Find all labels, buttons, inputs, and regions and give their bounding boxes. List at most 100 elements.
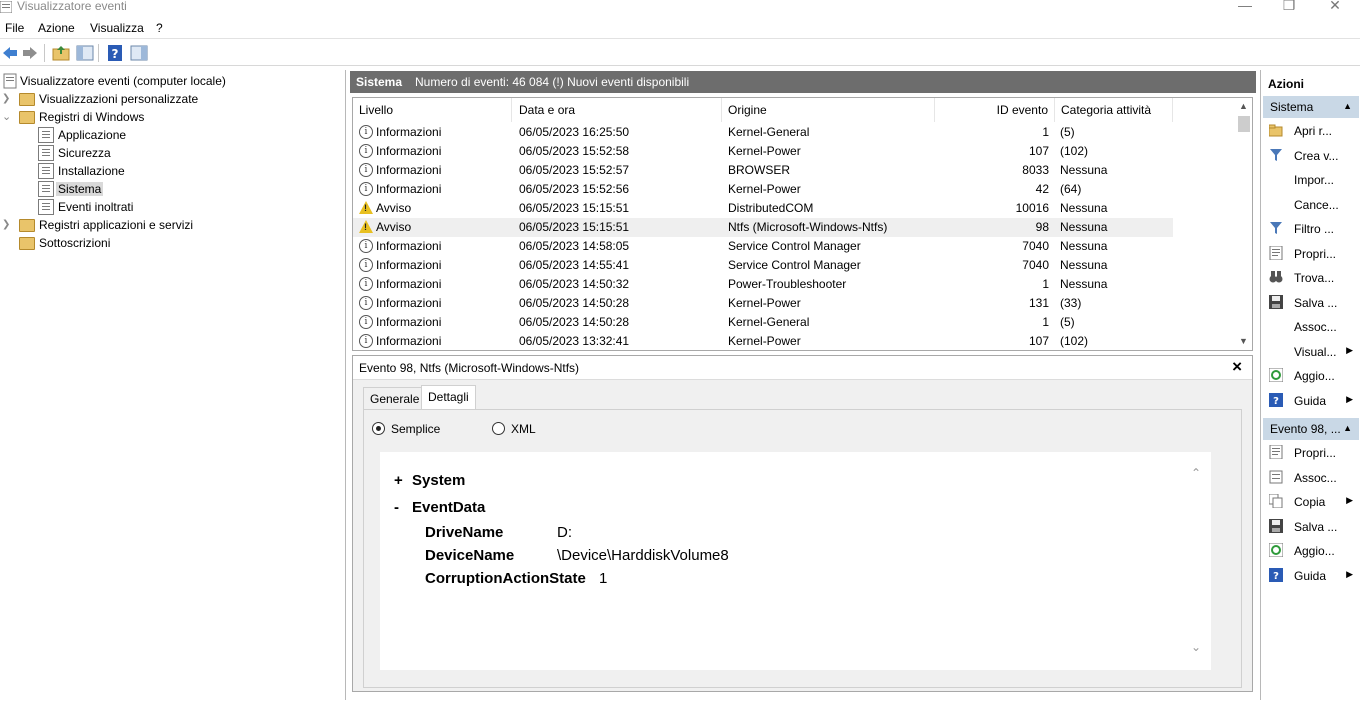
xml-node-system[interactable]: System [412, 472, 465, 489]
actions-header: Azioni [1268, 77, 1304, 91]
column-header-categoria[interactable]: Categoria attività [1055, 98, 1173, 122]
action-item[interactable]: Aggio... [1263, 540, 1359, 562]
menu-visualizza[interactable]: Visualizza [90, 21, 144, 35]
tree-item-subscriptions[interactable]: Sottoscrizioni [2, 234, 302, 252]
action-item[interactable]: ? Guida ▶ [1263, 390, 1359, 412]
tree-item-installazione[interactable]: Installazione [38, 162, 238, 180]
tree-root[interactable]: Visualizzatore eventi (computer locale) [2, 72, 302, 90]
action-item[interactable]: Assoc... [1263, 467, 1359, 489]
forward-arrow-icon[interactable] [21, 44, 39, 62]
radio-semplice-label: Semplice [391, 422, 441, 436]
scroll-down-icon[interactable]: ▼ [1239, 336, 1248, 346]
folder-icon [19, 111, 35, 124]
info-icon: i [359, 182, 373, 196]
field-value: D: [557, 524, 572, 541]
radio-semplice[interactable] [372, 422, 385, 435]
action-label: Apri r... [1294, 124, 1333, 138]
table-row[interactable]: i Informazioni 06/05/2023 14:50:32 Power-Tr… [353, 275, 1173, 294]
menu-azione[interactable]: Azione [38, 21, 75, 35]
scrollbar-thumb[interactable] [1238, 116, 1250, 132]
column-header-id[interactable]: ID evento [935, 98, 1055, 122]
tab-generale[interactable]: Generale [363, 387, 427, 409]
action-item[interactable]: ? Guida ▶ [1263, 565, 1359, 587]
cell-category: (102) [1060, 144, 1089, 158]
expand-toggle[interactable]: + [394, 472, 403, 489]
help-icon[interactable]: ? [106, 44, 124, 62]
cell-category: Nessuna [1060, 201, 1108, 215]
events-scrollbar[interactable]: ▲ ▼ [1236, 98, 1252, 350]
menu-bar: File Azione Visualizza ? [0, 18, 1360, 39]
action-item[interactable]: Assoc... [1263, 316, 1359, 338]
table-row[interactable]: i Informazioni 06/05/2023 15:52:56 Kernel-P… [353, 180, 1173, 199]
table-row[interactable]: i Informazioni 06/05/2023 14:50:28 Kernel-P… [353, 294, 1173, 313]
scroll-down-icon[interactable]: ⌄ [1191, 640, 1201, 654]
collapse-up-icon[interactable]: ▲ [1343, 423, 1352, 433]
action-label: Propri... [1294, 246, 1337, 261]
close-window-button[interactable]: ✕ [1312, 0, 1358, 16]
action-item[interactable]: Trova... [1263, 267, 1359, 289]
tree-item-app-services-logs[interactable]: ❯ Registri applicazioni e servizi [2, 216, 302, 234]
chevron-right-icon[interactable]: ❯ [2, 216, 14, 234]
table-row[interactable]: i Informazioni 06/05/2023 16:25:50 Kernel-G… [353, 123, 1173, 142]
toolbar: ? [0, 40, 1360, 66]
table-row[interactable]: i Informazioni 06/05/2023 13:32:41 Kernel-P… [353, 332, 1173, 350]
tab-dettagli[interactable]: Dettagli [421, 385, 476, 410]
scroll-up-icon[interactable]: ⌃ [1191, 466, 1201, 480]
action-item[interactable]: Propri... [1263, 442, 1359, 464]
collapse-toggle[interactable]: - [394, 499, 399, 516]
tree-item-windows-logs[interactable]: ⌄ Registri di Windows [2, 108, 302, 126]
scroll-up-icon[interactable]: ▲ [1239, 101, 1248, 111]
menu-file[interactable]: File [5, 21, 24, 35]
action-item[interactable]: Apri r... [1263, 120, 1359, 142]
action-item[interactable]: Crea v... [1263, 145, 1359, 167]
action-item[interactable]: Copia ▶ [1263, 491, 1359, 513]
tree-item-eventi-inoltrati[interactable]: Eventi inoltrati [38, 198, 238, 216]
action-item[interactable]: Cance... [1263, 194, 1359, 216]
tree-item-sicurezza[interactable]: Sicurezza [38, 144, 238, 162]
close-icon[interactable]: × [1232, 357, 1242, 377]
action-item[interactable]: Salva ... [1263, 292, 1359, 314]
tree-item-custom-views[interactable]: ❯ Visualizzazioni personalizzate [2, 90, 302, 108]
collapse-up-icon[interactable]: ▲ [1343, 101, 1352, 111]
cell-id: 107 [1028, 144, 1049, 158]
action-item[interactable]: Propri... [1263, 243, 1359, 265]
table-row[interactable]: Avviso 06/05/2023 15:15:51 Ntfs (Microsoft… [353, 218, 1173, 237]
table-row[interactable]: Avviso 06/05/2023 15:15:51 DistributedCOM 1… [353, 199, 1173, 218]
tree-item-label: Eventi inoltrati [58, 200, 134, 214]
cell-source: DistributedCOM [728, 201, 814, 215]
restore-button[interactable]: ❐ [1266, 0, 1312, 16]
actions-section-evento[interactable]: Evento 98, ... ▲ [1263, 418, 1359, 440]
cell-category: Nessuna [1060, 277, 1108, 291]
column-header-livello[interactable]: Livello [353, 98, 512, 122]
show-hide-action-pane-icon[interactable] [130, 44, 148, 62]
minimize-button[interactable]: — [1222, 0, 1268, 16]
svg-text:?: ? [1273, 571, 1279, 582]
action-item[interactable]: Impor... [1263, 169, 1359, 191]
action-label: Trova... [1294, 271, 1335, 285]
menu-help[interactable]: ? [156, 21, 163, 35]
action-item[interactable]: Filtro ... [1263, 218, 1359, 240]
table-row[interactable]: i Informazioni 06/05/2023 14:58:05 Service … [353, 237, 1173, 256]
show-hide-tree-icon[interactable] [76, 44, 94, 62]
actions-section-sistema[interactable]: Sistema ▲ [1263, 96, 1359, 118]
column-header-origine[interactable]: Origine [722, 98, 935, 122]
column-header-data[interactable]: Data e ora [513, 98, 722, 122]
chevron-right-icon[interactable]: ❯ [2, 90, 14, 108]
cell-level: Avviso [376, 220, 412, 234]
folder-icon [19, 237, 35, 250]
tree-item-applicazione[interactable]: Applicazione [38, 126, 238, 144]
table-row[interactable]: i Informazioni 06/05/2023 14:50:28 Kernel-G… [353, 313, 1173, 332]
back-arrow-icon[interactable] [1, 44, 19, 62]
table-row[interactable]: i Informazioni 06/05/2023 14:55:41 Service … [353, 256, 1173, 275]
action-item[interactable]: Aggio... [1263, 365, 1359, 387]
action-item[interactable]: Salva ... [1263, 516, 1359, 538]
cell-id: 98 [1035, 220, 1049, 234]
folder-up-icon[interactable] [52, 44, 70, 62]
xml-node-eventdata[interactable]: EventData [412, 499, 485, 516]
table-row[interactable]: i Informazioni 06/05/2023 15:52:57 BROWSER 8… [353, 161, 1173, 180]
radio-xml[interactable] [492, 422, 505, 435]
action-item[interactable]: Visual... ▶ [1263, 341, 1359, 363]
tree-item-sistema[interactable]: Sistema [38, 180, 238, 198]
chevron-down-icon[interactable]: ⌄ [2, 108, 14, 126]
table-row[interactable]: i Informazioni 06/05/2023 15:52:58 Kernel-P… [353, 142, 1173, 161]
